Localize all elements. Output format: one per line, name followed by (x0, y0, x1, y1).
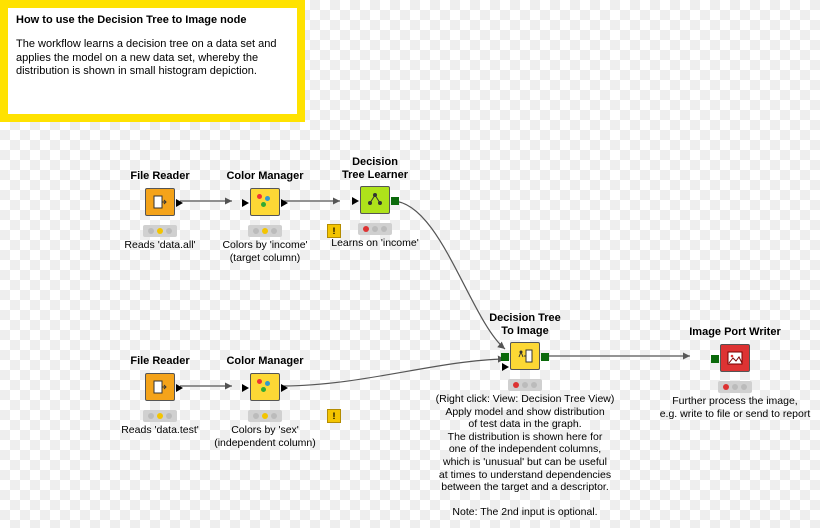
annotation-note[interactable]: How to use the Decision Tree to Image no… (0, 0, 305, 122)
node-decision-tree-learner[interactable]: Decision Tree Learner Learns on 'income' (315, 156, 435, 250)
node-decision-tree-to-image[interactable]: Decision Tree To Image (Right click: Vie… (420, 312, 630, 519)
status-lights (248, 225, 282, 237)
annotation-title: How to use the Decision Tree to Image no… (16, 14, 289, 28)
node-desc: Colors by 'sex' (independent column) (205, 424, 325, 449)
node-desc: (Right click: View: Decision Tree View) … (420, 393, 630, 519)
node-title: Color Manager (205, 355, 325, 369)
color-manager-icon (250, 188, 280, 216)
node-image-port-writer[interactable]: Image Port Writer Further process the im… (650, 326, 820, 420)
node-title: Decision Tree Learner (315, 156, 435, 182)
node-title: File Reader (100, 170, 220, 184)
file-reader-icon (145, 188, 175, 216)
status-lights (718, 381, 752, 393)
status-lights (143, 225, 177, 237)
status-lights (358, 223, 392, 235)
color-manager-icon (250, 373, 280, 401)
annotation-body: The workflow learns a decision tree on a… (16, 38, 289, 79)
node-desc: Learns on 'income' (315, 237, 435, 250)
tree-learner-icon (360, 186, 390, 214)
node-title: Color Manager (205, 170, 325, 184)
node-color-manager-2[interactable]: Color Manager ! Colors by 'sex' (indepen… (205, 355, 325, 449)
node-desc: Further process the image, e.g. write to… (650, 395, 820, 420)
node-title: Decision Tree To Image (420, 312, 630, 338)
tree-to-image-icon (510, 342, 540, 370)
node-desc: Colors by 'income' (target column) (205, 239, 325, 264)
node-file-reader-1[interactable]: File Reader Reads 'data.all' (100, 170, 220, 252)
node-color-manager-1[interactable]: Color Manager ! Colors by 'income' (targ… (205, 170, 325, 264)
node-desc: Reads 'data.all' (100, 239, 220, 252)
node-title: File Reader (100, 355, 220, 369)
node-file-reader-2[interactable]: File Reader Reads 'data.test' (100, 355, 220, 437)
status-lights (248, 410, 282, 422)
node-title: Image Port Writer (650, 326, 820, 340)
node-desc: Reads 'data.test' (100, 424, 220, 437)
status-lights (508, 379, 542, 391)
file-reader-icon (145, 373, 175, 401)
warning-icon: ! (327, 409, 341, 423)
workflow-canvas[interactable]: How to use the Decision Tree to Image no… (0, 0, 820, 528)
status-lights (143, 410, 177, 422)
image-writer-icon (720, 344, 750, 372)
